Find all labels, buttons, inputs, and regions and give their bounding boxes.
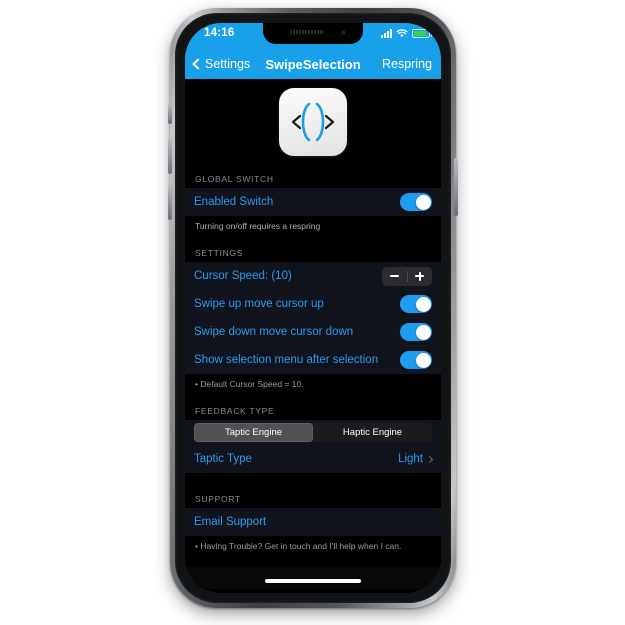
row-enabled-switch[interactable]: Enabled Switch	[185, 188, 441, 216]
display-notch	[263, 23, 363, 44]
row-label: Cursor Speed: (10)	[194, 270, 292, 283]
stepper-decrement-button[interactable]	[382, 267, 407, 286]
segment-taptic-engine[interactable]: Taptic Engine	[194, 423, 313, 443]
chevron-left-icon	[192, 58, 204, 70]
screenshot-canvas: 14:16 Settings SwipeSelection Respring G…	[0, 0, 625, 625]
chevron-right-icon	[425, 455, 434, 463]
swipeselection-app-icon	[279, 88, 347, 156]
device-inner-bezel: 14:16 Settings SwipeSelection Respring G…	[175, 13, 451, 603]
row-label: Show selection menu after selection	[194, 354, 379, 367]
group-support: Email Support	[185, 508, 441, 537]
row-swipe-down[interactable]: Swipe down move cursor down	[185, 318, 441, 346]
section-header-settings: SETTINGS	[195, 248, 244, 259]
swipe-up-toggle[interactable]	[400, 295, 432, 314]
phone-screen: 14:16 Settings SwipeSelection Respring G…	[185, 23, 441, 593]
taptic-type-value: Light	[398, 453, 423, 466]
swipe-down-toggle[interactable]	[400, 323, 432, 342]
device-bezel: 14:16 Settings SwipeSelection Respring G…	[185, 23, 441, 593]
hero-area	[185, 79, 441, 165]
row-show-selection-menu[interactable]: Show selection menu after selection	[185, 346, 441, 374]
row-cursor-speed[interactable]: Cursor Speed: (10)	[185, 262, 441, 290]
row-label: Enabled Switch	[194, 196, 274, 208]
back-button-label: Settings	[205, 57, 251, 71]
show-selection-menu-toggle[interactable]	[400, 351, 432, 370]
earpiece-speaker-icon	[290, 30, 324, 34]
status-bar-time: 14:16	[204, 27, 235, 39]
power-button[interactable]	[454, 158, 458, 216]
volume-up-button[interactable]	[168, 138, 172, 174]
section-header-feedback-type: FEEDBACK TYPE	[195, 406, 275, 417]
status-bar: 14:16	[185, 23, 441, 49]
section-header-support: SUPPORT	[195, 494, 241, 505]
row-label: Email Support	[194, 516, 267, 529]
respring-button[interactable]: Respring	[382, 57, 432, 71]
signal-bars-icon	[381, 29, 392, 38]
minus-icon	[389, 275, 399, 277]
enabled-switch-toggle[interactable]	[400, 193, 432, 211]
battery-icon	[412, 29, 432, 38]
cursor-speed-stepper[interactable]	[382, 266, 433, 286]
volume-down-button[interactable]	[168, 184, 172, 220]
page-title: SwipeSelection	[265, 56, 361, 72]
segment-haptic-engine[interactable]: Haptic Engine	[313, 423, 432, 442]
row-swipe-up[interactable]: Swipe up move cursor up	[185, 290, 441, 318]
row-label: Taptic Type	[194, 453, 252, 466]
wifi-icon	[396, 29, 408, 37]
footnote-feedback-type	[185, 473, 441, 485]
group-global-switch: Enabled Switch	[185, 188, 441, 216]
row-label: Swipe up move cursor up	[194, 298, 324, 311]
back-button[interactable]: Settings	[192, 57, 251, 71]
mute-switch[interactable]	[168, 104, 172, 124]
app-icon-glyph	[291, 102, 335, 142]
front-camera-icon	[341, 30, 346, 35]
status-bar-indicators	[381, 29, 432, 38]
footnote-settings: • Default Cursor Speed = 10.	[195, 379, 304, 390]
iphone-device-frame: 14:16 Settings SwipeSelection Respring G…	[168, 8, 458, 608]
row-feedback-segmented[interactable]: Taptic Engine Haptic Engine	[185, 420, 441, 445]
feedback-type-segmented-control[interactable]: Taptic Engine Haptic Engine	[194, 423, 432, 443]
home-indicator[interactable]	[265, 579, 361, 583]
group-feedback-type: Taptic Engine Haptic Engine Taptic Type …	[185, 420, 441, 474]
footnote-global-switch: Turning on/off requires a respring	[195, 221, 321, 231]
navigation-bar: Settings SwipeSelection Respring	[185, 49, 441, 79]
row-label: Swipe down move cursor down	[194, 326, 354, 339]
section-header-global-switch: GLOBAL SWITCH	[195, 174, 274, 184]
row-email-support[interactable]: Email Support	[185, 508, 441, 536]
settings-content[interactable]: GLOBAL SWITCH Enabled Switch Turning on/…	[185, 79, 441, 593]
stepper-increment-button[interactable]	[408, 267, 433, 286]
footnote-support: • Having Trouble? Get in touch and I'll …	[195, 541, 402, 552]
plus-icon	[415, 271, 425, 281]
row-taptic-type[interactable]: Taptic Type Light	[185, 445, 441, 473]
group-settings: Cursor Speed: (10) Swipe up move cursor …	[185, 262, 441, 375]
